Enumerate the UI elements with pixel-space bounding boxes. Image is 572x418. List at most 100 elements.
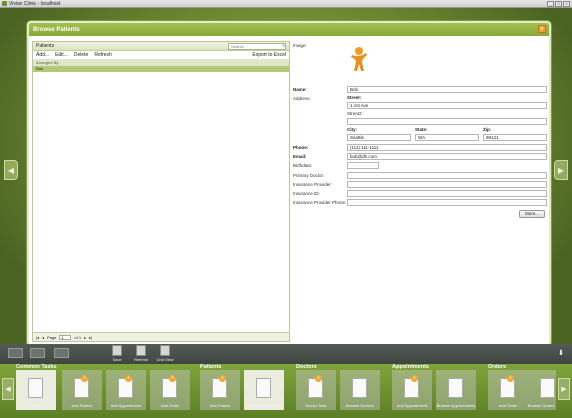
task-label: Add Order — [160, 403, 180, 408]
birthdate-label: Birthdate: — [293, 163, 313, 168]
prev-page-icon[interactable]: ◂ — [42, 335, 44, 340]
address-label: Address: — [293, 96, 311, 101]
street2-label: Street2: — [347, 111, 363, 116]
list-item[interactable]: Bob — [33, 66, 289, 72]
page-number-input[interactable] — [59, 334, 72, 340]
bottom-toolbar: Save Refresh Grid View ⬇ — [0, 344, 572, 364]
task-label: Browse Appointments — [436, 403, 476, 408]
name-field[interactable]: Bob — [347, 86, 547, 93]
grid-view-icon — [160, 345, 170, 356]
collapse-arrow-icon[interactable]: ⬇ — [558, 349, 564, 357]
add-badge-icon: + — [219, 375, 226, 382]
state-field[interactable]: WA — [415, 134, 479, 141]
refresh-label: Refresh — [133, 357, 148, 362]
phone-label: Phone: — [293, 145, 309, 150]
split-view-icon[interactable] — [30, 348, 45, 358]
insurance-phone-field[interactable] — [347, 199, 547, 206]
insurance-provider-label: Insurance Provider: — [293, 182, 333, 187]
patient-list: Patients ⌕ Add... Edit... Delete Refresh… — [32, 41, 290, 342]
refresh-tool[interactable]: Refresh — [130, 345, 152, 362]
tasks-prev-icon[interactable]: ◀ — [2, 378, 14, 400]
patient-details-form: Image: Name: Bob Address: Street: 1 1st … — [293, 41, 549, 342]
tasks-next-icon[interactable]: ▶ — [558, 378, 570, 400]
browse-icon — [256, 378, 271, 398]
task-label: Browse Orders — [527, 403, 555, 408]
task-label: Doctor Task — [305, 403, 327, 408]
add-badge-icon: + — [315, 375, 322, 382]
browse-patients-panel: Browse Patients x Patients ⌕ Add... Edit… — [27, 21, 551, 346]
window-titlebar: Vivian Clinic - localhost _ □ × — [0, 0, 572, 8]
home-icon — [28, 378, 43, 398]
task-label: Add Patient — [71, 403, 93, 408]
previous-arrow-icon[interactable]: ◀ — [4, 160, 18, 180]
panel-title: Browse Patients — [33, 26, 80, 33]
minimize-icon[interactable]: _ — [547, 1, 554, 7]
close-panel-button[interactable]: x — [538, 25, 546, 33]
search-wrapper: ⌕ — [228, 43, 286, 50]
window-title: Vivian Clinic - localhost — [9, 0, 61, 7]
name-label: Name: — [293, 87, 307, 92]
image-label: Image: — [293, 43, 307, 48]
add-badge-icon: + — [125, 375, 132, 382]
primary-doctor-field[interactable] — [347, 172, 547, 179]
more-button[interactable]: More... — [519, 210, 545, 218]
insurance-provider-field[interactable] — [347, 181, 547, 188]
city-label: City: — [347, 127, 357, 132]
task-label: Add Appointment — [396, 403, 428, 408]
email-field[interactable]: bob@dh.com — [347, 153, 547, 160]
next-arrow-icon[interactable]: ▶ — [554, 160, 568, 180]
search-icon[interactable]: ⌕ — [282, 43, 285, 49]
single-view-icon[interactable] — [8, 348, 23, 358]
birthdate-field[interactable] — [347, 162, 379, 169]
add-badge-icon: + — [507, 375, 514, 382]
search-input[interactable] — [228, 43, 286, 50]
insurance-phone-label: Insurance Provider Phone: — [293, 200, 347, 205]
save-label: Save — [112, 357, 122, 362]
task-bar: ◀ ▶ Common Tasks Patients Doctors Appoin… — [0, 364, 572, 418]
browse-icon — [540, 378, 555, 398]
browse-icon — [448, 378, 463, 398]
person-avatar-icon[interactable] — [347, 46, 371, 72]
app-icon — [2, 1, 7, 6]
insurance-id-field[interactable] — [347, 190, 547, 197]
state-label: State: — [415, 127, 428, 132]
page-count: of 1 — [74, 334, 82, 340]
task-label: Add Patient — [209, 403, 231, 408]
save-icon — [112, 345, 122, 356]
edit-button[interactable]: Edit... — [55, 52, 68, 58]
list-header: Patients ⌕ — [33, 42, 289, 51]
street2-field[interactable] — [347, 118, 547, 125]
task-label: Browse Patients — [249, 403, 279, 408]
city-field[interactable]: Seattle — [347, 134, 411, 141]
page-label: Page — [47, 334, 57, 340]
app-backdrop: ◀ ▶ Browse Patients x Patients ⌕ Add... … — [0, 8, 572, 346]
zip-field[interactable]: 98121 — [483, 134, 547, 141]
delete-button[interactable]: Delete — [74, 52, 88, 58]
maximize-icon[interactable]: □ — [555, 1, 562, 7]
zip-label: Zip: — [483, 127, 492, 132]
browse-icon — [352, 378, 367, 398]
window-controls: _ □ × — [547, 1, 570, 7]
panel-header: Browse Patients — [29, 23, 549, 36]
save-tool[interactable]: Save — [106, 345, 128, 362]
export-to-excel-button[interactable]: Export to Excel — [252, 52, 286, 58]
add-badge-icon: + — [81, 375, 88, 382]
grid-view-tool[interactable]: Grid View — [154, 345, 176, 362]
first-page-icon[interactable]: |◂ — [36, 335, 39, 340]
list-header-title: Patients — [36, 43, 55, 49]
refresh-button[interactable]: Refresh — [94, 52, 112, 58]
phone-field[interactable]: (111) 111-1111 — [347, 144, 547, 151]
pager: |◂ ◂ Page of 1 ▸ ▸| — [33, 332, 289, 341]
list-view-icon[interactable] — [54, 348, 69, 358]
last-page-icon[interactable]: ▸| — [89, 335, 92, 340]
task-label: Add Appointment — [110, 403, 142, 408]
primary-doctor-label: Primary Doctor: — [293, 173, 325, 178]
insurance-id-label: Insurance ID: — [293, 191, 320, 196]
next-page-icon[interactable]: ▸ — [84, 335, 86, 340]
email-label: Email: — [293, 154, 307, 159]
task-label: Browse Doctors — [345, 403, 375, 408]
close-window-icon[interactable]: × — [563, 1, 570, 7]
street-field[interactable]: 1 1st Ave — [347, 102, 547, 109]
list-toolbar: Add... Edit... Delete Refresh Export to … — [33, 51, 289, 60]
add-button[interactable]: Add... — [36, 52, 49, 58]
